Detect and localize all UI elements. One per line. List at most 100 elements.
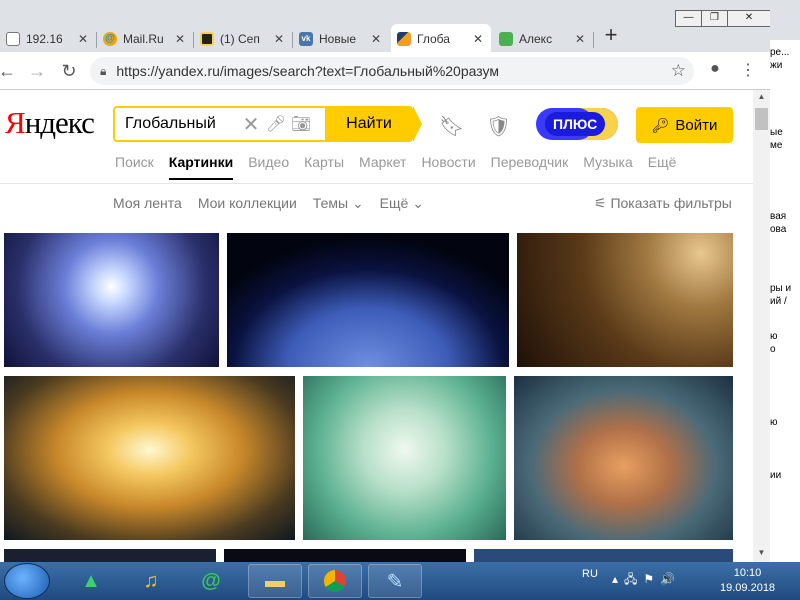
lock-icon: 🔒︎ (100, 63, 107, 78)
login-label: Войти (675, 116, 718, 134)
service-news[interactable]: Новости (421, 154, 475, 180)
plus-button[interactable]: ПЛЮС (536, 108, 618, 140)
yandex-images-page: Яндекс ✕ 🎤︎ 📷︎ Найти 🔖︎ 🛡︎ ПЛЮС 🔑︎Войти … (0, 90, 753, 562)
vk-icon: vk (299, 32, 313, 46)
url-text: https://yandex.ru/images/search?text=Гло… (116, 63, 499, 79)
page-scrollbar[interactable]: ▲ ▼ (753, 90, 770, 562)
tab-5[interactable]: Глоба ✕ (391, 24, 491, 54)
tab-label: Алекс (519, 32, 553, 46)
service-images[interactable]: Картинки (168, 154, 234, 180)
logo-rest: ндекс (24, 105, 95, 140)
tray-icons[interactable]: ▴🖧⚑🔊 (612, 570, 681, 591)
image-result[interactable] (517, 233, 733, 367)
service-market[interactable]: Маркет (359, 154, 406, 180)
scroll-up-icon[interactable]: ▲ (753, 92, 770, 106)
tab-1[interactable]: 192.16 ✕ (0, 24, 96, 54)
bookmark-star-icon[interactable]: ☆ (671, 61, 686, 81)
image-result[interactable] (4, 233, 219, 367)
camera-icon[interactable]: 📷︎ (290, 114, 312, 134)
service-more[interactable]: Ещё (648, 154, 677, 180)
new-tab-button[interactable]: + (598, 22, 624, 48)
shield-icon[interactable]: 🛡︎ (486, 114, 511, 139)
system-clock[interactable]: 10:10 19.09.2018 (720, 566, 775, 596)
bg-text: ме (770, 140, 783, 151)
bg-text: ий / (770, 296, 787, 307)
tab-label: Новые (319, 32, 357, 46)
folder-icon[interactable]: ▬ (248, 564, 302, 598)
tab-3[interactable]: (1) Сеп ✕ (194, 24, 292, 54)
mail-agent-icon[interactable]: @ (184, 564, 238, 598)
images-subnav: Моя лента Мои коллекции Темы ⌄ Ещё ⌄ (113, 195, 440, 212)
service-search[interactable]: Поиск (115, 154, 154, 180)
close-icon[interactable]: ✕ (369, 32, 383, 46)
plus-label: ПЛЮС (545, 112, 606, 136)
my-feed-link[interactable]: Моя лента (113, 195, 182, 212)
back-arrow-icon[interactable]: ← (0, 60, 18, 82)
forward-arrow-icon[interactable]: → (26, 60, 48, 82)
background-window-edge: ре... жи ые ме вая ова ры и ий / ю о ю и… (770, 0, 800, 562)
close-icon[interactable]: ✕ (173, 32, 187, 46)
my-collections-link[interactable]: Мои коллекции (198, 195, 297, 212)
image-result[interactable] (474, 549, 733, 562)
yandex-logo[interactable]: Яндекс (5, 105, 95, 141)
microphone-icon[interactable]: 🎤︎ (265, 114, 287, 134)
bg-text: вая (770, 211, 787, 222)
address-bar[interactable]: 🔒︎ https://yandex.ru/images/search?text=… (90, 57, 694, 85)
language-indicator[interactable]: RU (582, 568, 598, 580)
bg-text: ю (770, 417, 778, 428)
scroll-thumb[interactable] (755, 108, 768, 130)
start-button[interactable] (4, 563, 50, 599)
clear-icon[interactable]: ✕ (240, 112, 262, 137)
tab-label: Mail.Ru (123, 32, 164, 46)
close-icon[interactable]: ✕ (272, 32, 286, 46)
mail-ru-icon: @ (103, 32, 117, 46)
service-music[interactable]: Музыка (583, 154, 633, 180)
more-dropdown[interactable]: Ещё ⌄ (380, 195, 424, 212)
bg-text: ры и (770, 283, 792, 294)
bg-text: ю (770, 331, 778, 342)
bookmark-icon[interactable]: 🔖︎ (439, 114, 464, 139)
more-label: Ещё (379, 195, 409, 211)
notepad-icon[interactable]: ✎ (368, 564, 422, 598)
bg-text: ые (770, 127, 783, 138)
image-result[interactable] (4, 549, 216, 562)
service-maps[interactable]: Карты (304, 154, 344, 180)
tab-6[interactable]: Алекс ✕ (493, 24, 593, 54)
close-icon[interactable]: ✕ (76, 32, 90, 46)
service-video[interactable]: Видео (248, 154, 289, 180)
themes-dropdown[interactable]: Темы ⌄ (313, 195, 364, 212)
clock-time: 10:10 (733, 567, 762, 579)
services-nav: Поиск Картинки Видео Карты Маркет Новост… (115, 154, 691, 180)
image-result[interactable] (4, 376, 295, 540)
close-icon[interactable]: ✕ (573, 32, 587, 46)
page-icon (6, 32, 20, 46)
search-box: ✕ 🎤︎ 📷︎ Найти (113, 106, 422, 142)
image-result[interactable] (303, 376, 506, 540)
image-result[interactable] (514, 376, 733, 540)
launcher-icon[interactable]: ▲ (64, 564, 118, 598)
search-button[interactable]: Найти (325, 106, 422, 142)
card-icon (200, 32, 214, 46)
show-filters-button[interactable]: ⚟ Показать фильтры (594, 195, 732, 212)
chevron-down-icon: ⌄ (412, 195, 424, 211)
key-icon: 🔑︎ (651, 116, 670, 133)
clock-date: 19.09.2018 (720, 582, 776, 594)
service-translate[interactable]: Переводчик (491, 154, 569, 180)
profile-icon[interactable]: ● (705, 60, 725, 78)
menu-icon[interactable]: ⋮ (738, 60, 758, 80)
tab-2[interactable]: @ Mail.Ru ✕ (97, 24, 193, 54)
music-icon[interactable]: ♫ (124, 564, 178, 598)
tab-label: 192.16 (26, 32, 63, 46)
divider (0, 183, 753, 184)
chrome-icon[interactable] (308, 564, 362, 598)
bg-text: жи (770, 60, 783, 71)
login-button[interactable]: 🔑︎ Войти (636, 107, 733, 143)
scroll-down-icon[interactable]: ▼ (753, 548, 770, 562)
reload-icon[interactable]: ↻ (58, 60, 80, 82)
search-input[interactable] (125, 115, 237, 133)
chevron-down-icon: ⌄ (351, 195, 364, 211)
tab-4[interactable]: vk Новые ✕ (293, 24, 389, 54)
image-result[interactable] (227, 233, 509, 367)
close-icon[interactable]: ✕ (471, 32, 485, 46)
image-result[interactable] (224, 549, 466, 562)
